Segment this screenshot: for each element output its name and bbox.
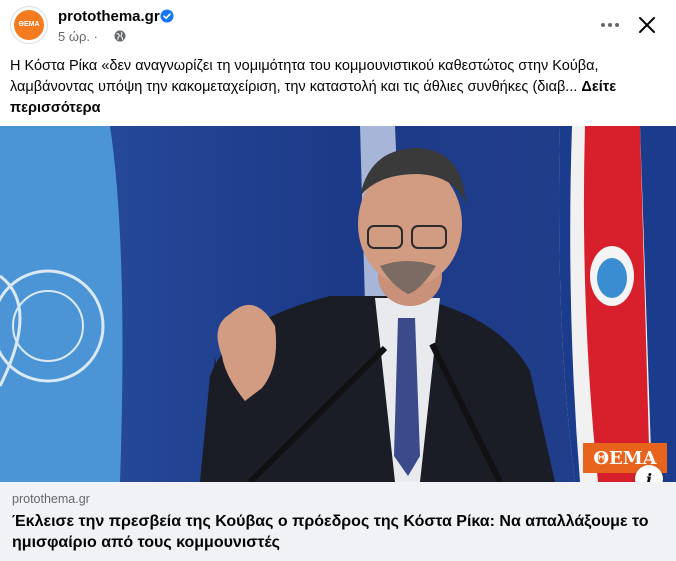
page-name-link[interactable]: protothema.gr	[58, 8, 160, 25]
link-title[interactable]: Έκλεισε την πρεσβεία της Κούβας ο πρόεδρ…	[12, 511, 662, 553]
post-text: Η Κόστα Ρίκα «δεν αναγνωρίζει τη νομιμότ…	[10, 56, 670, 119]
meta-separator: ·	[93, 29, 98, 44]
verified-badge-icon	[160, 9, 174, 23]
more-dot	[608, 23, 612, 27]
post-header: ΘΕΜΑ protothema.gr 5 ώρ. ·	[0, 0, 676, 52]
post-body-text: Η Κόστα Ρίκα «δεν αναγνωρίζει τη νομιμότ…	[10, 58, 599, 95]
post-image[interactable]: ΘΕΜΑ	[0, 126, 676, 482]
more-options-icon[interactable]	[597, 12, 623, 38]
more-dot	[601, 23, 605, 27]
post-meta: 5 ώρ. ·	[58, 29, 98, 44]
link-domain: protothema.gr	[12, 492, 90, 506]
press-photo	[0, 126, 676, 482]
more-dot	[615, 23, 619, 27]
post-time-link[interactable]: 5 ώρ.	[58, 29, 90, 44]
globe-icon	[114, 30, 126, 42]
page-avatar[interactable]: ΘΕΜΑ	[10, 6, 48, 44]
avatar-logo: ΘΕΜΑ	[14, 10, 44, 40]
close-icon[interactable]	[636, 14, 658, 36]
link-preview[interactable]: protothema.gr Έκλεισε την πρεσβεία της Κ…	[0, 482, 676, 561]
avatar-logo-text: ΘΕΜΑ	[18, 21, 40, 28]
